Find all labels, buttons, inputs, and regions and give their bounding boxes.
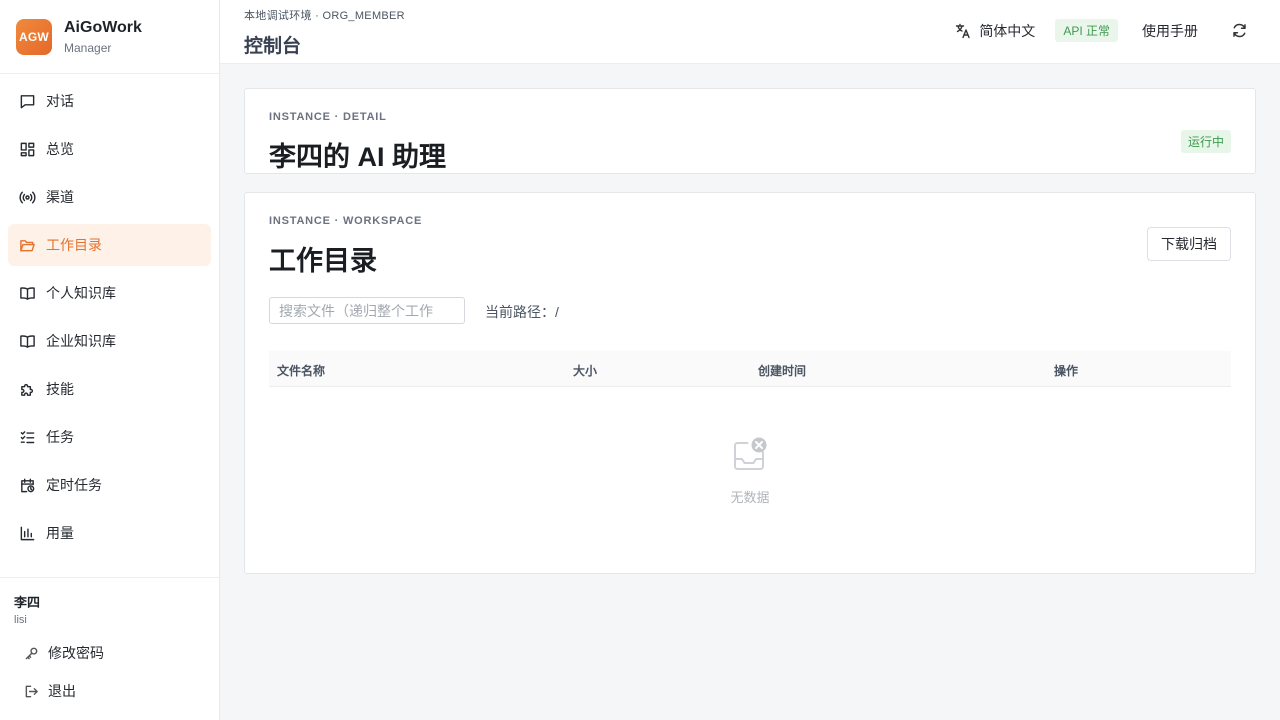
change-password-button[interactable]: 修改密码 [14, 634, 205, 672]
column-header-created[interactable]: 创建时间 [758, 362, 806, 379]
language-switcher[interactable]: 简体中文 [955, 21, 1035, 41]
instance-title: 李四的 AI 助理 [269, 142, 447, 172]
language-label: 简体中文 [979, 22, 1036, 39]
manual-link[interactable]: 使用手册 [1142, 21, 1198, 41]
app-name: AiGoWork [64, 18, 142, 36]
refresh-button[interactable] [1230, 22, 1248, 40]
book-icon [18, 284, 36, 302]
empty-inbox-icon [734, 437, 767, 470]
sidebar-item-channels[interactable]: 渠道 [8, 176, 211, 218]
sidebar-item-overview[interactable]: 总览 [8, 128, 211, 170]
workspace-eyebrow: INSTANCE · WORKSPACE [269, 215, 423, 227]
sidebar-nav: 对话 总览 渠道 工作目录 个人知识库 企业知识库 技能 任务 定时任务 用量 [0, 74, 219, 554]
sidebar: AGW AiGoWork Manager 对话 总览 渠道 工作目录 个人知识库… [0, 0, 220, 720]
brand: AGW AiGoWork Manager [0, 0, 219, 74]
user-panel: 李四 lisi 修改密码 退出 [0, 577, 219, 710]
status-badge: 运行中 [1180, 130, 1231, 153]
sidebar-item-workspace[interactable]: 工作目录 [8, 224, 211, 266]
download-archive-button[interactable]: 下载归档 [1147, 227, 1231, 261]
book-icon [18, 332, 36, 350]
sidebar-item-skills[interactable]: 技能 [8, 368, 211, 410]
dashboard-icon [18, 140, 36, 158]
checklist-icon [18, 428, 36, 446]
instance-eyebrow: INSTANCE · DETAIL [269, 111, 387, 123]
sidebar-item-label: 任务 [46, 429, 74, 445]
broadcast-icon [18, 188, 36, 206]
sidebar-item-label: 用量 [46, 525, 74, 541]
app-role: Manager [64, 40, 112, 55]
puzzle-icon [18, 380, 36, 398]
chat-icon [18, 92, 36, 110]
empty-state: 无数据 [269, 387, 1231, 517]
column-header-size[interactable]: 大小 [573, 362, 597, 379]
sidebar-item-enterprise-kb[interactable]: 企业知识库 [8, 320, 211, 362]
environment-label: 本地调试环境 · ORG_MEMBER [244, 10, 405, 22]
page-title: 控制台 [244, 36, 302, 57]
folder-open-icon [18, 236, 36, 254]
key-icon [24, 645, 40, 661]
user-name: 李四 [14, 595, 41, 610]
workspace-card: INSTANCE · WORKSPACE 工作目录 下载归档 当前路径：/ 文件… [244, 192, 1256, 574]
logout-button[interactable]: 退出 [14, 672, 205, 710]
sidebar-item-label: 定时任务 [46, 477, 102, 493]
sidebar-item-label: 总览 [46, 141, 74, 157]
column-header-name[interactable]: 文件名称 [277, 362, 325, 379]
app-logo: AGW [16, 18, 52, 55]
sidebar-item-chat[interactable]: 对话 [8, 80, 211, 122]
empty-text: 无数据 [730, 490, 770, 505]
sidebar-item-label: 个人知识库 [46, 285, 116, 301]
logout-label: 退出 [48, 683, 76, 699]
api-status-badge: API 正常 [1055, 19, 1118, 42]
user-id: lisi [14, 614, 27, 626]
calendar-clock-icon [18, 476, 36, 494]
refresh-icon [1232, 23, 1246, 38]
sidebar-item-label: 技能 [46, 381, 74, 397]
sidebar-item-label: 工作目录 [46, 237, 102, 253]
sidebar-item-label: 对话 [46, 93, 74, 109]
sidebar-item-usage[interactable]: 用量 [8, 512, 211, 554]
file-search-input[interactable] [269, 297, 465, 324]
column-header-actions: 操作 [1054, 364, 1079, 378]
instance-detail-card: INSTANCE · DETAIL 李四的 AI 助理 运行中 [244, 88, 1256, 174]
change-password-label: 修改密码 [48, 645, 104, 661]
translate-icon [956, 23, 971, 38]
table-header: 文件名称 大小 创建时间 操作 [269, 351, 1231, 387]
sidebar-item-personal-kb[interactable]: 个人知识库 [8, 272, 211, 314]
sidebar-item-scheduled-tasks[interactable]: 定时任务 [8, 464, 211, 506]
current-path: 当前路径：/ [485, 304, 559, 320]
bar-chart-icon [18, 524, 36, 542]
sidebar-item-label: 企业知识库 [46, 333, 116, 349]
logout-icon [24, 683, 40, 699]
top-header: 本地调试环境 · ORG_MEMBER 控制台 简体中文 API 正常 使用手册 [220, 0, 1280, 64]
sidebar-item-label: 渠道 [46, 189, 74, 205]
workspace-title: 工作目录 [269, 246, 377, 276]
sidebar-item-tasks[interactable]: 任务 [8, 416, 211, 458]
